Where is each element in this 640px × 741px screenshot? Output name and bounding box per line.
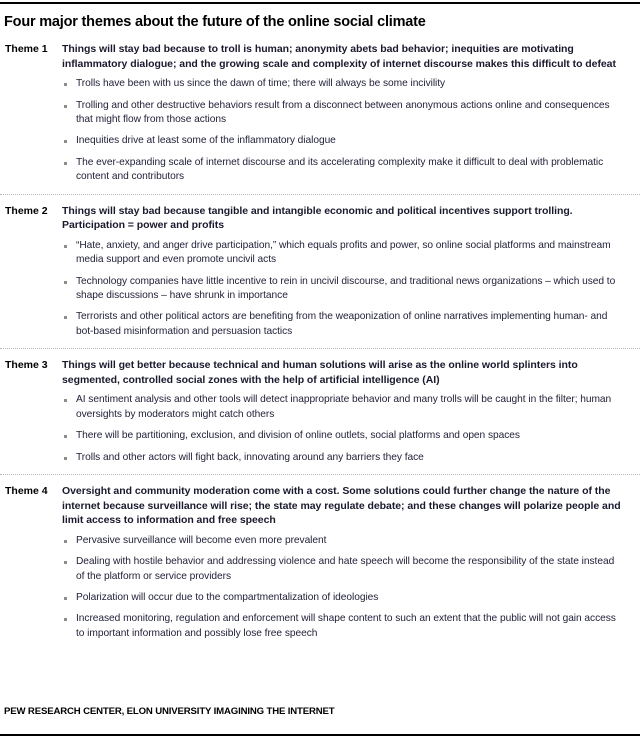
bullet-text: Terrorists and other political actors ar… bbox=[76, 311, 608, 337]
list-item: Dealing with hostile behavior and addres… bbox=[62, 555, 622, 584]
theme-label-1: Theme 1 bbox=[5, 43, 48, 55]
themes-list: Theme 1 Things will stay bad because to … bbox=[0, 42, 640, 650]
theme-label-2: Theme 2 bbox=[5, 204, 48, 217]
theme-body-2: Things will stay bad because tangible an… bbox=[62, 204, 640, 340]
list-item: “Hate, anxiety, and anger drive particip… bbox=[62, 239, 622, 268]
bullet-text: Trolling and other destructive behaviors… bbox=[76, 99, 610, 125]
bullet-square-icon bbox=[64, 597, 67, 601]
theme-bullets-3: AI sentiment analysis and other tools wi… bbox=[62, 393, 622, 465]
theme-body-1: Things will stay bad because to troll is… bbox=[62, 42, 640, 185]
list-item: There will be partitioning, exclusion, a… bbox=[62, 429, 622, 443]
theme-bullets-1: Trolls have been with us since the dawn … bbox=[62, 77, 622, 184]
bottom-divider-rule bbox=[0, 734, 640, 736]
list-item: Trolling and other destructive behaviors… bbox=[62, 99, 622, 128]
bullet-square-icon bbox=[64, 435, 67, 439]
bullet-text: The ever-expanding scale of internet dis… bbox=[76, 156, 604, 183]
theme-headline-4: Oversight and community moderation come … bbox=[62, 485, 621, 527]
bullet-text: AI sentiment analysis and other tools wi… bbox=[76, 394, 612, 420]
bullet-square-icon bbox=[64, 456, 67, 460]
list-item: Inequities drive at least some of the in… bbox=[62, 134, 622, 148]
theme-body-4: Oversight and community moderation come … bbox=[62, 484, 640, 641]
theme-label-4: Theme 4 bbox=[5, 485, 48, 498]
source-attribution: PEW RESEARCH CENTER, ELON UNIVERSITY IMA… bbox=[4, 706, 335, 717]
theme-headline-3: Things will get better because technical… bbox=[62, 359, 578, 386]
theme-body-3: Things will get better because technical… bbox=[62, 358, 640, 465]
bullet-text: Trolls have been with us since the dawn … bbox=[76, 78, 446, 90]
theme-label-3: Theme 3 bbox=[5, 359, 48, 372]
bullet-square-icon bbox=[64, 280, 67, 284]
bullet-text: Pervasive surveillance will become even … bbox=[76, 534, 327, 546]
bullet-text: Increased monitoring, regulation and enf… bbox=[76, 613, 616, 639]
bullet-square-icon bbox=[64, 399, 67, 403]
bullet-text: Dealing with hostile behavior and addres… bbox=[76, 556, 615, 582]
theme-block-1: Theme 1 Things will stay bad because to … bbox=[0, 42, 640, 194]
bullet-text: “Hate, anxiety, and anger drive particip… bbox=[76, 239, 611, 266]
bullet-square-icon bbox=[64, 140, 67, 144]
list-item: Technology companies have little incenti… bbox=[62, 275, 622, 304]
bullet-square-icon bbox=[64, 539, 67, 543]
list-item: Increased monitoring, regulation and enf… bbox=[62, 612, 622, 641]
theme-headline-2: Things will stay bad because tangible an… bbox=[62, 204, 573, 232]
bullet-square-icon bbox=[64, 83, 67, 87]
bullet-text: Technology companies have little incenti… bbox=[76, 275, 616, 302]
list-item: Polarization will occur due to the compa… bbox=[62, 591, 622, 605]
top-divider-rule bbox=[0, 2, 640, 4]
theme-bullets-4: Pervasive surveillance will become even … bbox=[62, 534, 622, 641]
list-item: Trolls and other actors will fight back,… bbox=[62, 451, 622, 465]
bullet-square-icon bbox=[64, 104, 67, 108]
bullet-text: There will be partitioning, exclusion, a… bbox=[76, 430, 520, 442]
theme-block-3: Theme 3 Things will get better because t… bbox=[0, 348, 640, 474]
bullet-square-icon bbox=[64, 618, 67, 622]
list-item: The ever-expanding scale of internet dis… bbox=[62, 156, 622, 185]
bullet-square-icon bbox=[64, 561, 67, 565]
infographic-page: Four major themes about the future of th… bbox=[0, 0, 640, 741]
list-item: AI sentiment analysis and other tools wi… bbox=[62, 393, 622, 422]
bullet-square-icon bbox=[64, 161, 67, 165]
theme-block-2: Theme 2 Things will stay bad because tan… bbox=[0, 193, 640, 349]
theme-block-4: Theme 4 Oversight and community moderati… bbox=[0, 474, 640, 650]
bullet-text: Polarization will occur due to the compa… bbox=[76, 592, 379, 604]
theme-bullets-2: “Hate, anxiety, and anger drive particip… bbox=[62, 239, 622, 339]
bullet-square-icon bbox=[64, 244, 67, 248]
list-item: Pervasive surveillance will become even … bbox=[62, 534, 622, 548]
page-title: Four major themes about the future of th… bbox=[4, 14, 426, 30]
bullet-text: Inequities drive at least some of the in… bbox=[76, 135, 336, 147]
bullet-square-icon bbox=[64, 316, 67, 320]
theme-headline-1: Things will stay bad because to troll is… bbox=[62, 43, 616, 70]
list-item: Terrorists and other political actors ar… bbox=[62, 310, 622, 339]
list-item: Trolls have been with us since the dawn … bbox=[62, 77, 622, 91]
bullet-text: Trolls and other actors will fight back,… bbox=[76, 451, 424, 463]
